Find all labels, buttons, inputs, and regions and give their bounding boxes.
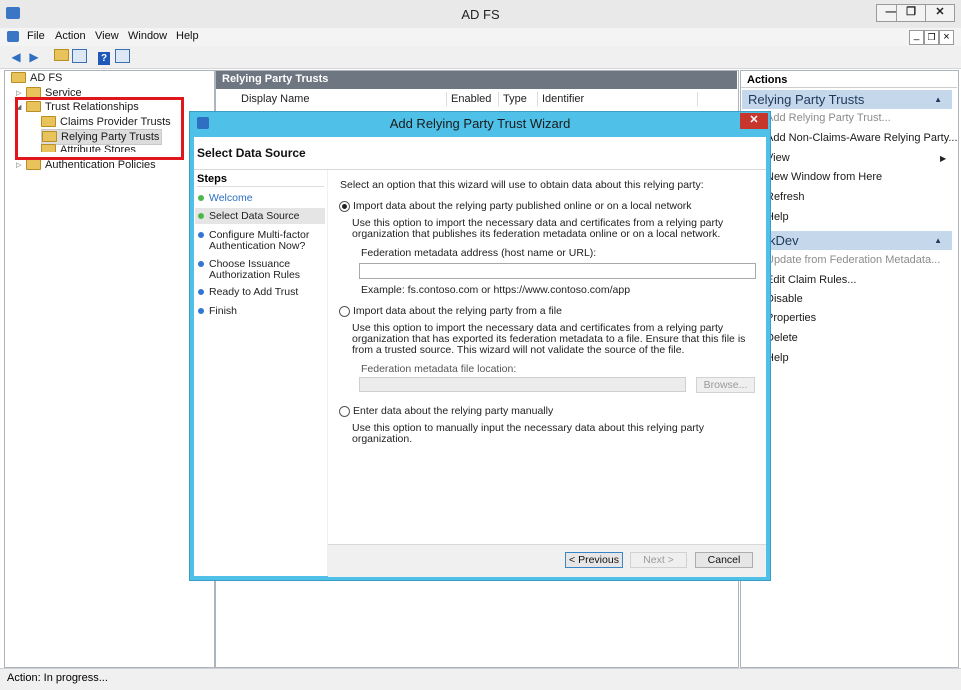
metadata-address-label: Federation metadata address (host name o… xyxy=(361,247,597,259)
tree-item-authentication-policies[interactable]: Authentication Policies xyxy=(26,158,156,172)
tree-item-label: Authentication Policies xyxy=(45,159,156,171)
collapse-caret-icon[interactable]: ▲ xyxy=(934,90,942,109)
radio-import-online-label[interactable]: Import data about the relying party publ… xyxy=(353,201,692,212)
metadata-file-label: Federation metadata file location: xyxy=(361,363,517,375)
radio-import-file[interactable] xyxy=(339,306,350,317)
help-icon[interactable]: ? xyxy=(96,49,112,65)
inner-restore-button[interactable]: ❐ xyxy=(924,30,939,45)
menu-action[interactable]: Action xyxy=(55,30,86,42)
menu-file[interactable]: File xyxy=(27,30,45,42)
step-configure-mfa: Configure Multi-factor Authentication No… xyxy=(209,229,310,252)
step-pending-icon xyxy=(198,232,204,238)
window-title: AD FS xyxy=(461,7,500,22)
enter-manually-description: Use this option to manually input the ne… xyxy=(352,422,704,445)
radio-import-online[interactable] xyxy=(339,201,350,212)
steps-title: Steps xyxy=(197,173,227,185)
metadata-address-input[interactable] xyxy=(359,263,756,279)
step-select-data-source: Select Data Source xyxy=(209,210,300,222)
column-enabled[interactable]: Enabled xyxy=(447,92,499,106)
submenu-arrow-icon: ▶ xyxy=(940,154,947,163)
metadata-address-example: Example: fs.contoso.com or https://www.c… xyxy=(361,284,631,296)
column-display-name[interactable]: Display Name xyxy=(237,92,447,106)
wizard-intro: Select an option that this wizard will u… xyxy=(340,179,704,191)
maximize-button[interactable]: ❐ xyxy=(896,4,926,22)
radio-import-file-label[interactable]: Import data about the relying party from… xyxy=(353,306,562,317)
action-update-federation-metadata[interactable]: Update from Federation Metadata... xyxy=(766,254,940,266)
tree-root[interactable]: AD FS xyxy=(11,71,62,85)
column-identifier[interactable]: Identifier xyxy=(538,92,698,106)
actions-section-relying-party-trusts[interactable]: Relying Party Trusts ▲ xyxy=(742,90,952,109)
action-properties[interactable]: Properties xyxy=(766,312,816,324)
step-pending-icon xyxy=(198,261,204,267)
mmc-icon xyxy=(7,31,19,42)
step-pending-icon xyxy=(198,308,204,314)
inner-minimize-button[interactable]: _ xyxy=(909,30,924,45)
wizard-heading: Select Data Source xyxy=(197,146,306,160)
toolbar xyxy=(0,46,961,69)
next-button[interactable]: Next > xyxy=(630,552,687,568)
metadata-file-input[interactable] xyxy=(359,377,686,392)
action-add-relying-party-trust[interactable]: Add Relying Party Trust... xyxy=(766,112,891,124)
action-add-non-claims-aware[interactable]: Add Non-Claims-Aware Relying Party... xyxy=(766,132,958,144)
menu-view[interactable]: View xyxy=(95,30,119,42)
import-file-description: Use this option to import the necessary … xyxy=(352,322,746,356)
step-ready-to-add: Ready to Add Trust xyxy=(209,286,299,298)
forward-icon[interactable]: ▶ xyxy=(26,49,42,65)
close-button[interactable]: ✕ xyxy=(925,4,955,22)
column-type[interactable]: Type xyxy=(499,92,538,106)
wizard-close-button[interactable]: ✕ xyxy=(740,113,768,129)
status-bar xyxy=(0,668,961,690)
back-icon[interactable]: ◀ xyxy=(8,49,24,65)
folder-icon xyxy=(26,158,41,170)
browse-button[interactable]: Browse... xyxy=(696,377,755,393)
step-current-icon xyxy=(198,213,204,219)
status-text: Action: In progress... xyxy=(7,672,108,684)
action-refresh[interactable]: Refresh xyxy=(766,191,805,203)
menu-help[interactable]: Help xyxy=(176,30,199,42)
collapse-caret-icon[interactable]: ▲ xyxy=(934,231,942,250)
step-issuance-authorization: Choose Issuance Authorization Rules xyxy=(209,258,301,281)
up-folder-icon[interactable] xyxy=(53,49,69,65)
action-new-window[interactable]: New Window from Here xyxy=(766,171,882,183)
results-header: Relying Party Trusts xyxy=(216,71,737,89)
show-hide-action-pane-icon[interactable] xyxy=(114,49,130,65)
inner-close-button[interactable]: × xyxy=(939,30,954,45)
step-pending-icon xyxy=(198,289,204,295)
wizard-title: Add Relying Party Trust Wizard xyxy=(389,116,571,131)
radio-enter-manually-label[interactable]: Enter data about the relying party manua… xyxy=(353,406,553,417)
step-done-icon xyxy=(198,195,204,201)
highlight-box xyxy=(15,97,184,160)
radio-enter-manually[interactable] xyxy=(339,406,350,417)
cancel-button[interactable]: Cancel xyxy=(695,552,753,568)
section-label: Relying Party Trusts xyxy=(748,92,865,107)
expand-icon[interactable]: ▷ xyxy=(16,161,21,169)
import-online-description: Use this option to import the necessary … xyxy=(352,217,724,240)
steps-divider xyxy=(197,186,324,187)
action-edit-claim-rules[interactable]: Edit Claim Rules... xyxy=(766,274,856,286)
menu-window[interactable]: Window xyxy=(128,30,167,42)
action-disable[interactable]: Disable xyxy=(766,293,803,305)
tree-root-label: AD FS xyxy=(30,72,63,84)
step-welcome: Welcome xyxy=(209,192,253,204)
folder-icon xyxy=(26,86,41,98)
step-finish: Finish xyxy=(209,305,238,317)
expand-icon[interactable]: ▷ xyxy=(16,89,21,97)
folder-icon xyxy=(11,71,26,83)
previous-button[interactable]: < Previous xyxy=(565,552,623,568)
actions-title: Actions xyxy=(741,72,957,88)
show-hide-tree-icon[interactable] xyxy=(71,49,87,65)
actions-section-deskdev[interactable]: deskDev ▲ xyxy=(742,231,952,250)
